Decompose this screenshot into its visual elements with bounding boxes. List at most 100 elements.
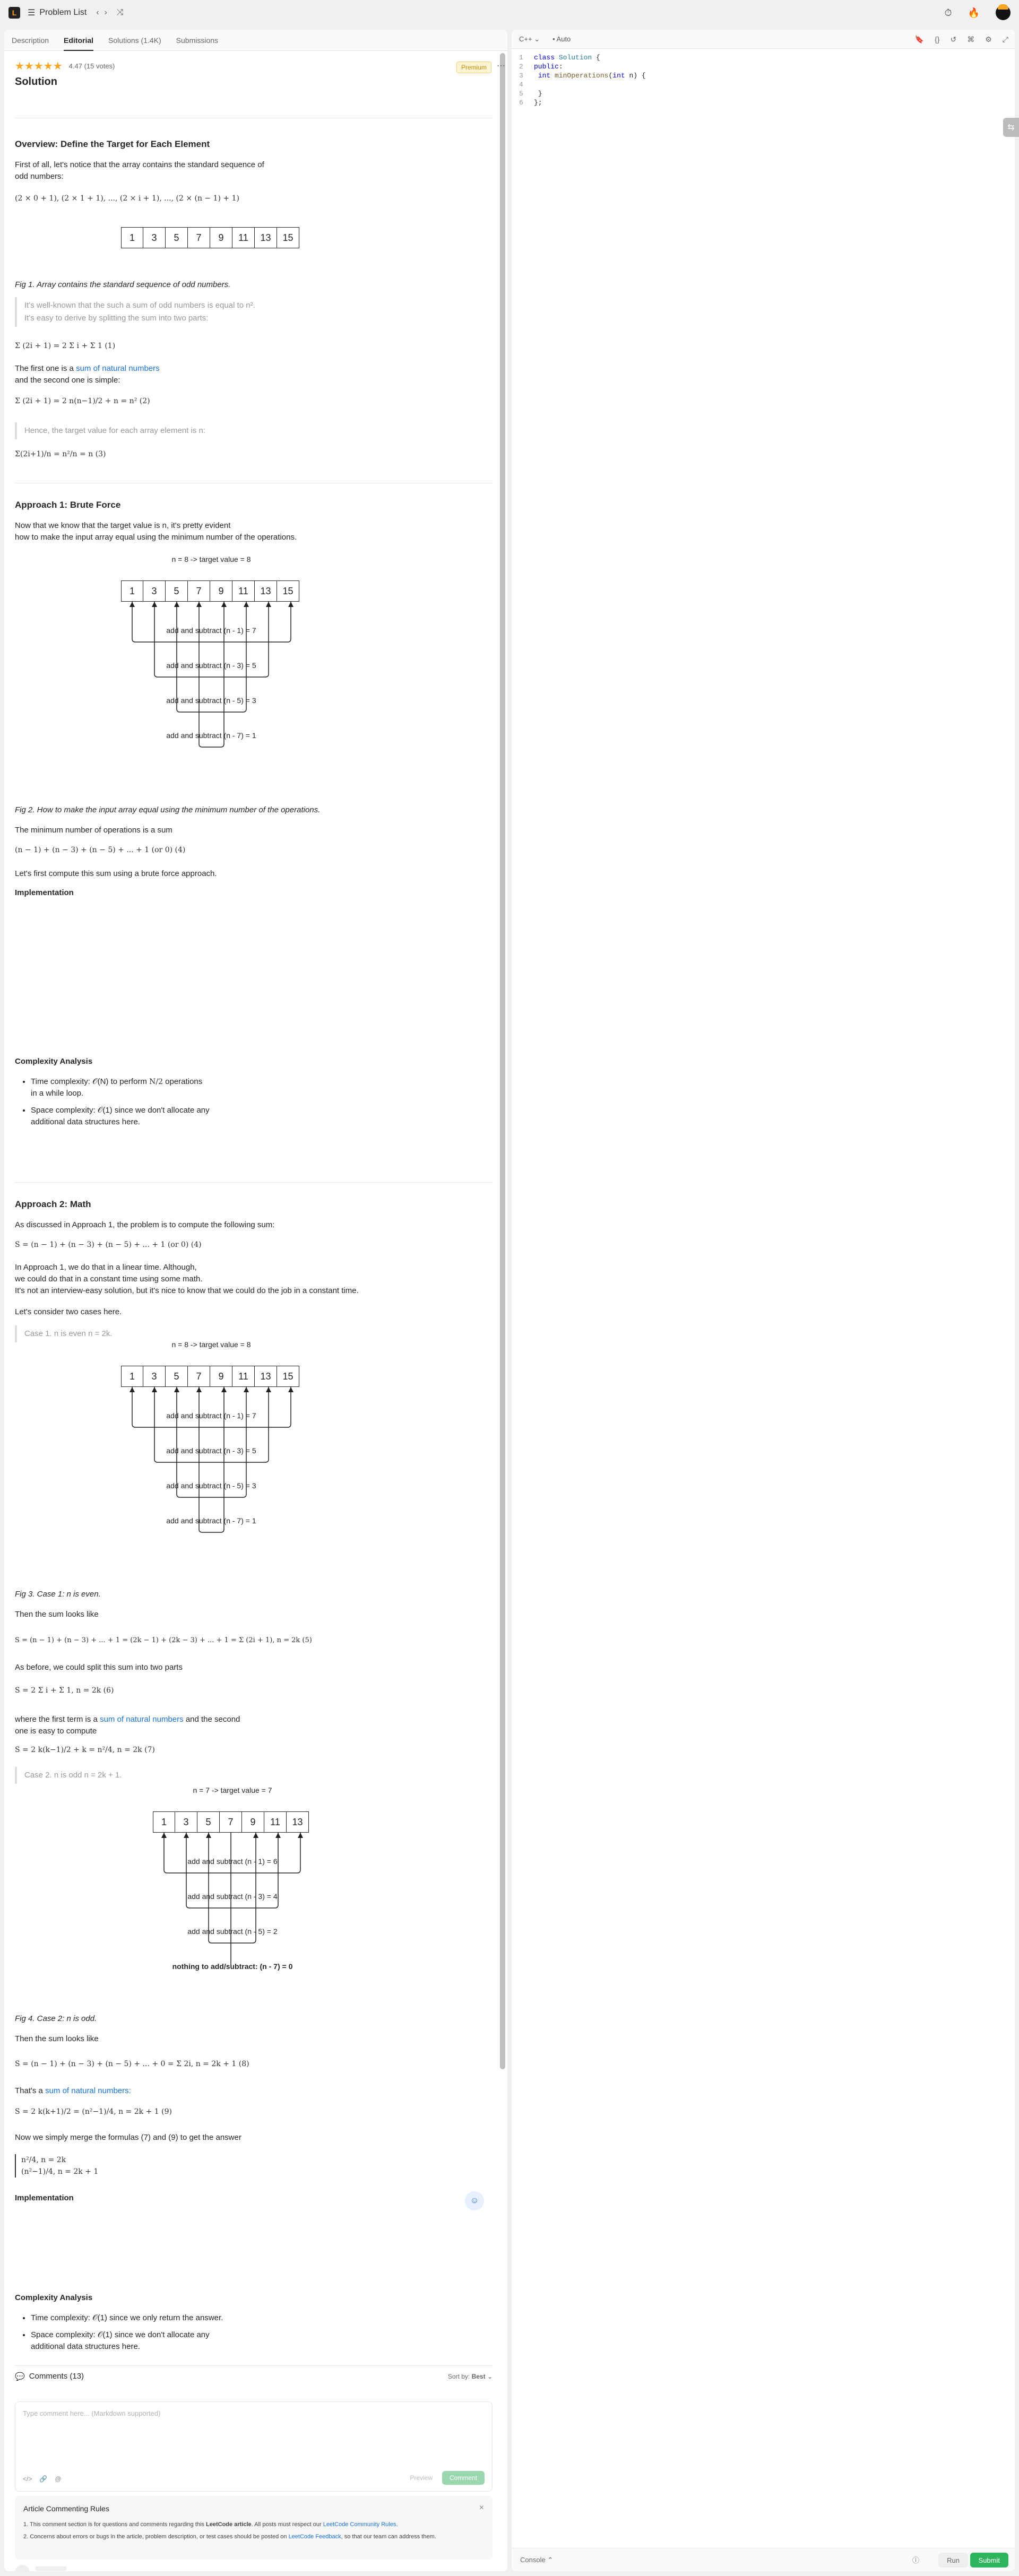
comment-input[interactable]: Type comment here... (Markdown supported… [23,2409,160,2417]
array-cell: 3 [175,1811,197,1833]
list-item: Space complexity: 𝒪(1) since we don't al… [31,2329,270,2353]
run-button[interactable]: Run [938,2553,968,2568]
autocomplete-toggle[interactable]: • Auto [552,35,571,43]
divider [15,2365,493,2366]
code-area[interactable]: 1 class Solution { 2 public: 3 int minOper… [519,53,646,107]
commenting-rules: Article Commenting Rules × 1. This comme… [15,2496,493,2560]
array-cell: 11 [232,227,255,248]
approach2-text: That's a sum of natural numbers: [15,2086,131,2095]
array-cell: 15 [277,1366,299,1387]
diagram-label: add and subtract (n - 5) = 3 [166,696,256,705]
equation-10: n²/4, n = 2k (n²−1)/4, n = 2k + 1 [15,2154,98,2178]
tab-editorial[interactable]: Editorial [64,30,94,51]
blockquote: Hence, the target value for each array e… [15,422,259,439]
shuffle-icon[interactable]: ⤨ [117,8,124,18]
at-icon[interactable]: @ [55,2475,61,2483]
code-icon[interactable]: </> [23,2475,32,2483]
top-nav-bar: L ☰ Problem List ‹ › ⤨ ⏱ 🔥 [0,0,1019,25]
sequence-formula: (2 × 0 + 1), (2 × 1 + 1), ..., (2 × i + … [15,194,239,203]
list-item: Time complexity: 𝒪(1) since we only retu… [31,2312,270,2324]
shortcut-icon[interactable]: ⌘ [967,35,974,44]
array-cell: 5 [166,1366,188,1387]
problem-tabs: Description Editorial Solutions (1.4K) S… [4,30,507,51]
community-rules-link[interactable]: LeetCode Community Rules [323,2521,396,2528]
side-panel-toggle-icon[interactable]: ⇆ [1003,118,1019,137]
leetcode-logo[interactable]: L [8,7,20,19]
equation-9: S = 2 k(k+1)/2 = (n²−1)/4, n = 2k + 1 (9… [15,2107,172,2116]
natural-numbers-link[interactable]: sum of natural numbers [100,1715,184,1724]
settings-gear-icon[interactable]: ⚙ [985,35,992,44]
prev-problem-button[interactable]: ‹ [96,8,99,18]
braces-icon[interactable]: {} [935,35,939,44]
editorial-panel: Description Editorial Solutions (1.4K) S… [4,30,507,2571]
diagram-label: add and subtract (n - 3) = 5 [166,661,256,670]
figure-caption: Fig 1. Array contains the standard seque… [15,280,231,289]
problem-list-link[interactable]: ☰ Problem List [28,7,87,18]
submit-button[interactable]: Submit [970,2553,1008,2568]
array-cell: 3 [143,1366,166,1387]
array-cell: 3 [143,227,166,248]
language-select[interactable]: C++ ⌄ [519,35,540,44]
diagram-label: add and subtract (n - 5) = 2 [187,1927,278,1936]
natural-numbers-link[interactable]: sum of natural numbers: [45,2086,131,2095]
comment-button[interactable]: Comment [442,2471,485,2485]
next-problem-button[interactable]: › [105,8,107,18]
array-cell: 13 [255,580,277,602]
overview-text: odd numbers: [15,172,64,181]
rating-stars[interactable]: ★★★★★ 4.47 (15 votes) [15,59,493,73]
scrollbar[interactable] [500,53,505,2069]
approach2-text: where the first term is a sum of natural… [15,1715,240,1724]
more-options-icon[interactable]: ⋯ [497,60,505,71]
approach2-text: we could do that in a constant time usin… [15,1274,203,1283]
diagram-label: add and subtract (n - 7) = 1 [166,1516,256,1525]
array-cell: 9 [210,1366,232,1387]
diagram-label: nothing to add/subtract: (n - 7) = 0 [172,1962,293,1971]
close-icon[interactable]: × [479,2503,484,2513]
chat-help-icon[interactable]: ☺ [465,2191,484,2210]
array-cell: 9 [210,227,232,248]
avatar[interactable] [996,4,1011,20]
timer-icon[interactable]: ⏱ [945,7,952,19]
console-toggle[interactable]: Console ⌃ [520,2556,553,2564]
help-icon[interactable]: ⓘ [912,2555,919,2565]
approach2-text: As discussed in Approach 1, the problem … [15,1220,275,1229]
feedback-link[interactable]: LeetCode Feedback [289,2534,341,2540]
tab-solutions[interactable]: Solutions (1.4K) [108,30,161,50]
bookmark-icon[interactable]: 🔖 [915,35,924,44]
array-cell: 7 [188,227,210,248]
overview-heading: Overview: Define the Target for Each Ele… [15,139,210,149]
array-cell: 7 [188,1366,210,1387]
approach1-text: how to make the input array equal using … [15,533,297,542]
tab-description[interactable]: Description [12,30,49,50]
figure-caption: Fig 2. How to make the input array equal… [15,805,321,814]
editor-bottom-bar: Console ⌃ ⓘ Run Submit [512,2548,1015,2571]
tab-submissions[interactable]: Submissions [176,30,218,50]
reset-icon[interactable]: ↺ [951,35,957,44]
array-cell: 15 [277,580,299,602]
natural-numbers-link[interactable]: sum of natural numbers [76,364,160,373]
odd-array-diagram: 1 3 5 7 9 11 13 15 [121,227,299,248]
blockquote: It's well-known that the such a sum of o… [15,297,312,327]
editor-toolbar: C++ ⌄ • Auto 🔖 {} ↺ ⌘ ⚙ ⤢ [512,30,1015,49]
array-cell: 13 [255,227,277,248]
overview-text: and the second one is simple: [15,376,120,385]
preview-button[interactable]: Preview [403,2471,439,2485]
streak-fire-icon[interactable]: 🔥 [968,7,980,19]
complexity-list: Time complexity: 𝒪(N) to perform N/2 ope… [15,1076,270,1128]
editorial-content: ★★★★★ 4.47 (15 votes) Solution Overview: … [15,55,493,2571]
array-cell: 11 [264,1811,287,1833]
list-item: Time complexity: 𝒪(N) to perform N/2 ope… [31,1076,270,1099]
arrows-diagram [161,1833,303,1965]
list-icon: ☰ [28,8,36,18]
diagram-label: add and subtract (n - 1) = 6 [187,1857,278,1866]
overview-text: The first one is a sum of natural number… [15,364,160,373]
complexity-heading: Complexity Analysis [15,1057,93,1066]
link-icon[interactable]: 🔗 [39,2475,47,2483]
sort-dropdown[interactable]: Sort by: Best ⌄ [448,2373,493,2380]
fullscreen-icon[interactable]: ⤢ [1003,35,1008,44]
equation-4b: S = (n − 1) + (n − 3) + (n − 5) + ... + … [15,1241,202,1249]
rating-text: 4.47 (15 votes) [68,62,115,70]
complexity-heading: Complexity Analysis [15,2293,93,2302]
approach2-text: In Approach 1, we do that in a linear ti… [15,1263,197,1272]
approach2-text: As before, we could split this sum into … [15,1663,183,1672]
